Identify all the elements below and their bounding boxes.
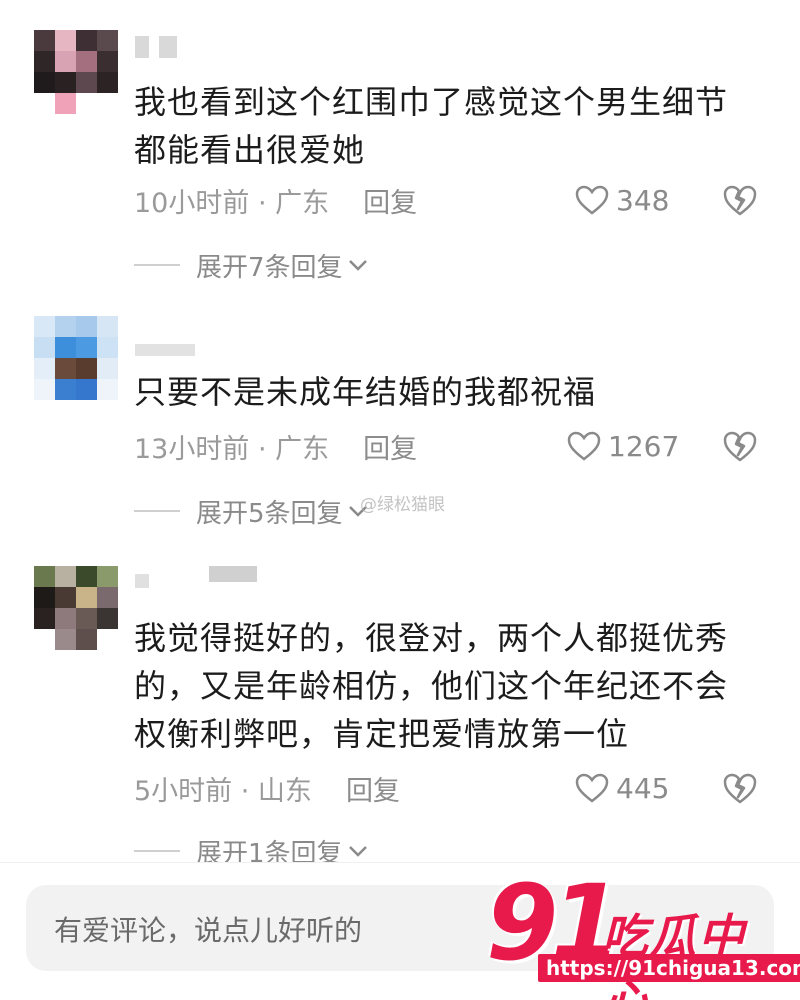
divider-line	[134, 510, 180, 512]
comment-meta: 5小时前 · 山东 回复	[134, 769, 400, 808]
logo-name: 吃瓜中心	[602, 909, 746, 1000]
reply-button[interactable]: 回复	[363, 181, 417, 220]
time-location: 10小时前 · 广东	[134, 187, 330, 219]
reply-button[interactable]: 回复	[346, 769, 400, 808]
chevron-down-icon	[348, 260, 367, 271]
reply-button[interactable]: 回复	[363, 427, 417, 466]
divider-line	[134, 264, 180, 266]
username-redacted[interactable]	[135, 338, 195, 360]
expand-replies[interactable]: 展开7条回复	[134, 248, 369, 283]
logo-url: https://91chigua13.com	[538, 954, 800, 982]
username-redacted[interactable]	[135, 36, 177, 58]
like-count: 445	[616, 771, 670, 805]
broken-heart-icon[interactable]	[722, 182, 758, 218]
divider-line	[134, 850, 180, 852]
broken-heart-icon[interactable]	[722, 770, 758, 806]
username-redacted[interactable]	[135, 566, 257, 588]
heart-icon	[575, 185, 609, 215]
comment-text: 我也看到这个红围巾了感觉这个男生细节都能看出很爱她	[134, 83, 729, 169]
like-button[interactable]: 348	[574, 182, 669, 218]
watermark: @绿松猫眼	[360, 495, 445, 515]
chevron-down-icon	[348, 846, 367, 857]
broken-heart-icon[interactable]	[722, 428, 758, 464]
site-logo: 91 吃瓜中心 https://91chigua13.com	[486, 862, 800, 1000]
comment-meta: 13小时前 · 广东 回复	[134, 427, 417, 466]
heart-icon	[567, 431, 601, 461]
time-location: 5小时前 · 山东	[134, 775, 312, 807]
like-count: 348	[616, 183, 670, 217]
like-button[interactable]: 1267	[566, 428, 679, 464]
heart-icon	[575, 773, 609, 803]
expand-label: 展开5条回复	[196, 498, 343, 529]
comment-text: 我觉得挺好的，很登对，两个人都挺优秀的，又是年龄相仿，他们这个年纪还不会权衡利弊…	[134, 619, 729, 753]
avatar[interactable]	[34, 566, 118, 650]
expand-replies[interactable]: 展开5条回复	[134, 494, 369, 529]
like-count: 1267	[608, 429, 680, 463]
expand-label: 展开7条回复	[196, 252, 343, 283]
avatar[interactable]	[34, 316, 118, 400]
comment-text: 只要不是未成年结婚的我都祝福	[134, 373, 597, 411]
comment-input-placeholder: 有爱评论，说点儿好听的	[54, 914, 363, 947]
comment-meta: 10小时前 · 广东 回复	[134, 181, 417, 220]
like-button[interactable]: 445	[574, 770, 669, 806]
time-location: 13小时前 · 广东	[134, 433, 330, 465]
avatar[interactable]	[34, 30, 118, 114]
